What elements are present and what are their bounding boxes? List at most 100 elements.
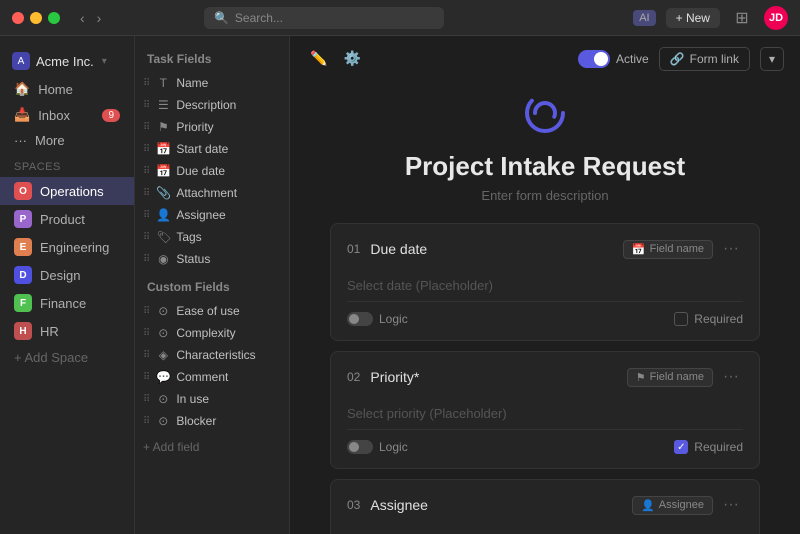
close-button[interactable] (12, 12, 24, 24)
field-label: Complexity (176, 326, 235, 340)
field-card-name: Due date (370, 241, 427, 257)
badge-label: Field name (650, 371, 704, 383)
field-name-badge[interactable]: ⚑ Field name (627, 368, 713, 387)
field-label: Description (176, 98, 236, 112)
field-attachment[interactable]: ⠿ 📎 Attachment (135, 182, 289, 204)
required-label: Required (694, 312, 743, 326)
field-name-badge[interactable]: 👤 Assignee (632, 496, 713, 515)
titlebar: ‹ › 🔍 Search... AI + New ⊞ JD (0, 0, 800, 36)
minimize-button[interactable] (30, 12, 42, 24)
field-start-date[interactable]: ⠿ 📅 Start date (135, 138, 289, 160)
sidebar-item-inbox[interactable]: 📥 Inbox 9 (0, 102, 134, 128)
field-card-priority: 02 Priority* ⚑ Field name ··· Select pri… (330, 351, 760, 469)
sidebar-item-operations[interactable]: O Operations (0, 177, 134, 205)
field-more-button[interactable]: ··· (719, 494, 743, 516)
sidebar-item-label: Inbox (38, 108, 70, 123)
form-description[interactable]: Enter form description (481, 188, 608, 203)
task-fields-label: Task Fields (135, 48, 289, 72)
field-complexity[interactable]: ⠿ ⊙ Complexity (135, 322, 289, 344)
spaces-section-label: Spaces (0, 153, 134, 177)
sidebar-item-more[interactable]: ··· More (0, 128, 134, 153)
grid-icon[interactable]: ⊞ (730, 6, 754, 30)
search-bar[interactable]: 🔍 Search... (204, 7, 444, 29)
field-status[interactable]: ⠿ ◉ Status (135, 248, 289, 270)
field-input-placeholder[interactable]: Select date (Placeholder) (347, 270, 743, 302)
field-description[interactable]: ⠿ ☰ Description (135, 94, 289, 116)
active-label: Active (616, 52, 649, 66)
field-more-button[interactable]: ··· (719, 238, 743, 260)
content-toolbar: ✏️ ⚙️ Active 🔗 Form link ▾ (290, 36, 800, 81)
field-assignee[interactable]: ⠿ 👤 Assignee (135, 204, 289, 226)
field-characteristics[interactable]: ⠿ ◈ Characteristics (135, 344, 289, 366)
space-label: Design (40, 268, 80, 283)
field-type-icon: ◉ (156, 252, 170, 266)
back-button[interactable]: ‹ (76, 8, 89, 28)
required-checkbox[interactable] (674, 312, 688, 326)
required-checkbox[interactable] (674, 440, 688, 454)
field-footer: Logic Required (347, 440, 743, 454)
field-type-icon: ☰ (156, 98, 170, 112)
field-type-icon: 📎 (156, 186, 170, 200)
field-more-button[interactable]: ··· (719, 366, 743, 388)
field-ease-of-use[interactable]: ⠿ ⊙ Ease of use (135, 300, 289, 322)
drag-handle-icon: ⠿ (143, 188, 150, 199)
active-toggle[interactable] (578, 50, 610, 68)
inbox-icon: 📥 (14, 107, 30, 123)
form-title[interactable]: Project Intake Request (405, 151, 685, 182)
badge-icon: 👤 (641, 499, 655, 512)
workspace-name: Acme Inc. (36, 54, 94, 69)
settings-button[interactable]: ⚙️ (339, 46, 364, 71)
sidebar-item-design[interactable]: D Design (0, 261, 134, 289)
logic-mini-toggle[interactable] (347, 440, 373, 454)
form-link-button[interactable]: 🔗 Form link (659, 47, 750, 71)
drag-handle-icon: ⠿ (143, 100, 150, 111)
field-input-placeholder[interactable]: Select priority (Placeholder) (347, 398, 743, 430)
field-type-icon: ⊙ (156, 392, 170, 406)
field-card-header: 01 Due date 📅 Field name ··· (347, 238, 743, 260)
space-label: HR (40, 324, 59, 339)
sidebar-item-label: More (35, 133, 65, 148)
user-avatar[interactable]: JD (764, 6, 788, 30)
field-priority[interactable]: ⠿ ⚑ Priority (135, 116, 289, 138)
sidebar-item-finance[interactable]: F Finance (0, 289, 134, 317)
workspace-icon: A (12, 52, 30, 70)
space-dot-operations: O (14, 182, 32, 200)
field-type-icon: 💬 (156, 370, 170, 384)
toolbar-right: Active 🔗 Form link ▾ (578, 47, 784, 71)
chevron-down-icon: ▾ (102, 56, 107, 67)
logic-label: Logic (379, 440, 408, 454)
field-name[interactable]: ⠿ T Name (135, 72, 289, 94)
field-type-icon: T (156, 76, 170, 90)
sidebar: A Acme Inc. ▾ 🏠 Home 📥 Inbox 9 ··· More … (0, 36, 135, 534)
field-label: Blocker (176, 414, 216, 428)
fields-panel: Task Fields ⠿ T Name ⠿ ☰ Description ⠿ ⚑… (135, 36, 290, 534)
field-due-date[interactable]: ⠿ 📅 Due date (135, 160, 289, 182)
forward-button[interactable]: › (93, 8, 106, 28)
form-body: Project Intake Request Enter form descri… (290, 81, 800, 534)
main-content: ✏️ ⚙️ Active 🔗 Form link ▾ (290, 36, 800, 534)
field-comment[interactable]: ⠿ 💬 Comment (135, 366, 289, 388)
drag-handle-icon: ⠿ (143, 144, 150, 155)
field-in-use[interactable]: ⠿ ⊙ In use (135, 388, 289, 410)
app-layout: A Acme Inc. ▾ 🏠 Home 📥 Inbox 9 ··· More … (0, 36, 800, 534)
sidebar-item-engineering[interactable]: E Engineering (0, 233, 134, 261)
titlebar-right: AI + New ⊞ JD (633, 6, 788, 30)
chevron-down-button[interactable]: ▾ (760, 47, 784, 71)
field-type-icon: 👤 (156, 208, 170, 222)
add-field-button[interactable]: + Add field (135, 436, 289, 458)
field-tags[interactable]: ⠿ 🏷 Tags (135, 226, 289, 248)
field-name-badge[interactable]: 📅 Field name (623, 240, 713, 259)
space-label: Engineering (40, 240, 109, 255)
sidebar-item-hr[interactable]: H HR (0, 317, 134, 345)
maximize-button[interactable] (48, 12, 60, 24)
edit-button[interactable]: ✏️ (306, 46, 331, 71)
field-blocker[interactable]: ⠿ ⊙ Blocker (135, 410, 289, 432)
new-button[interactable]: + New (666, 8, 720, 28)
add-space-button[interactable]: + Add Space (0, 345, 134, 370)
field-type-icon: 📅 (156, 142, 170, 156)
workspace-header[interactable]: A Acme Inc. ▾ (0, 46, 134, 76)
sidebar-item-product[interactable]: P Product (0, 205, 134, 233)
logic-mini-toggle[interactable] (347, 312, 373, 326)
sidebar-item-home[interactable]: 🏠 Home (0, 76, 134, 102)
field-type-icon: 🏷 (156, 230, 170, 244)
